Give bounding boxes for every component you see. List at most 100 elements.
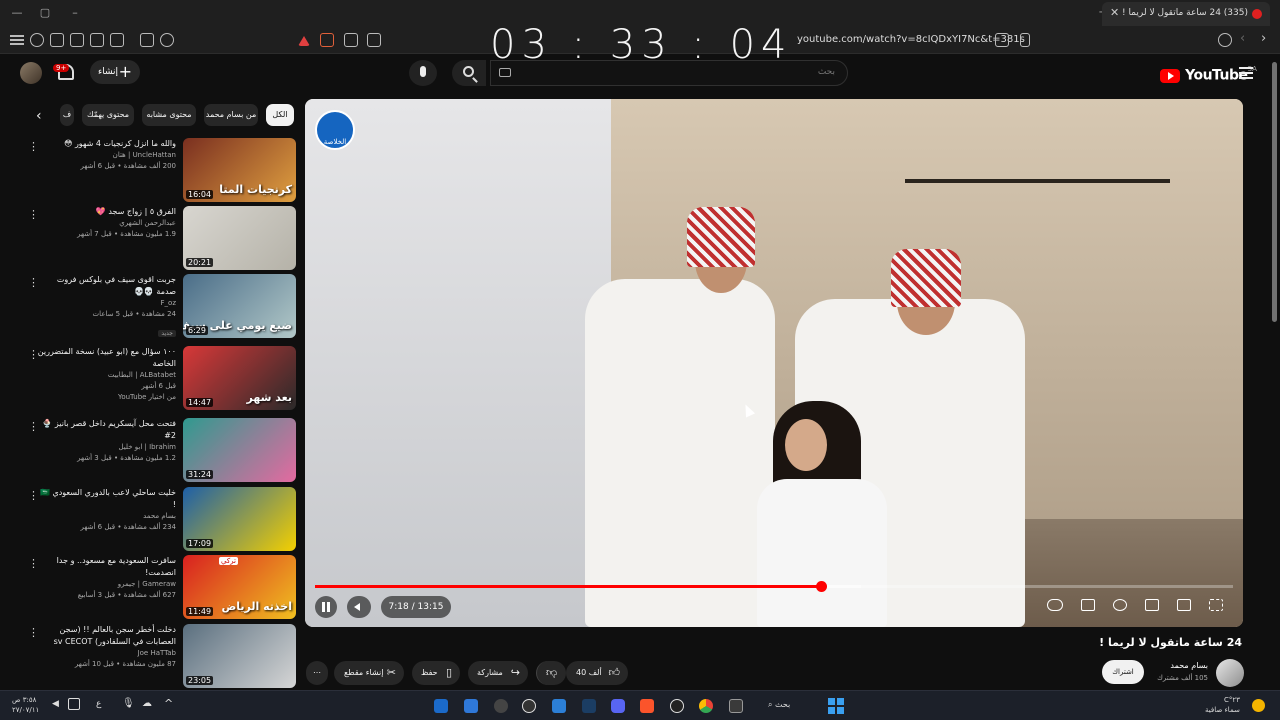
save-button[interactable]: حفظ ▯ — [412, 661, 460, 685]
settings-gear-icon[interactable] — [1113, 599, 1127, 611]
brave-shield-icon[interactable] — [320, 33, 334, 47]
account-avatar[interactable] — [20, 62, 42, 84]
video-player[interactable]: الخلاصة 7:18 / 13:15 — [305, 99, 1243, 627]
create-button[interactable]: إنشاء + — [90, 60, 140, 84]
subtitles-icon[interactable] — [1081, 599, 1095, 611]
recommended-video[interactable]: ⋮ جربت اقوى سيف في بلوكس فروت صدمة 💀💀 F_oz… — [20, 274, 296, 340]
video-thumbnail[interactable]: 23:05 — [183, 624, 296, 688]
close-window-icon[interactable]: – — [68, 6, 82, 19]
dislike-button[interactable]: 👎︎ — [536, 661, 566, 685]
discord-app-icon[interactable] — [611, 699, 625, 713]
chip-all[interactable]: الكل — [266, 104, 294, 126]
valorant-app-icon[interactable] — [552, 699, 566, 713]
chip-similar[interactable]: محتوى مشابه — [142, 104, 196, 126]
weather-widget[interactable]: ٢٣°C سماء صافية — [1205, 695, 1240, 715]
page-scrollbar[interactable] — [1272, 62, 1277, 322]
channel-avatar[interactable] — [1216, 659, 1244, 687]
channel-name[interactable]: بسام محمد — [1170, 661, 1208, 670]
chip-from-channel[interactable]: من بسام محمد — [204, 104, 258, 126]
tray-overflow-icon[interactable]: ^ — [164, 697, 173, 710]
speaker-icon[interactable]: ◀ — [52, 699, 59, 709]
chip-more[interactable]: ف — [60, 104, 74, 126]
recommended-channel: Joe HaTTab — [137, 649, 176, 657]
app-icon-4[interactable] — [522, 699, 536, 713]
video-thumbnail[interactable]: 31:24 — [183, 418, 296, 482]
chrome-app-icon[interactable] — [699, 699, 713, 713]
settings-icon[interactable] — [160, 33, 174, 47]
steam-store-icon[interactable] — [582, 699, 596, 713]
recommended-views: 1.9 مليون مشاهدة • قبل 7 أشهر — [77, 230, 176, 238]
keyboard-icon[interactable] — [499, 68, 511, 77]
close-tab-icon[interactable]: ✕ — [1110, 6, 1119, 19]
browser-tab[interactable]: (335) 24 ساعة ماتقول لا لريما ! ✕ — [1102, 2, 1270, 26]
autoplay-toggle[interactable] — [1047, 599, 1063, 611]
address-bar[interactable]: youtube.com/watch?v=8cIQDxYI7Nc&t=381s — [797, 34, 1025, 45]
voice-search-mic-icon[interactable] — [409, 60, 437, 86]
translate-icon[interactable] — [995, 33, 1009, 47]
settings-app-icon[interactable] — [670, 699, 684, 713]
pause-button[interactable] — [315, 596, 337, 618]
cast-to-tv-icon[interactable] — [1177, 599, 1191, 611]
hamburger-menu-icon[interactable] — [1239, 67, 1253, 82]
file-explorer-icon[interactable] — [729, 699, 743, 713]
recommended-video[interactable]: ⋮ سافرت السعودية مع مسعود.. و جدا انصدمت!… — [20, 555, 296, 621]
bookmark-icon[interactable] — [1020, 33, 1030, 47]
minimize-icon[interactable]: — — [10, 6, 24, 19]
language-indicator[interactable]: ع — [96, 699, 101, 709]
recommended-video[interactable]: ⋮ دخلت أخطر سجن بالعالم !! (سجن العصابات … — [20, 624, 296, 690]
more-actions-icon[interactable]: ⋯ — [306, 661, 328, 685]
like-button[interactable]: 40 ألف 👍︎ — [566, 661, 628, 685]
forward-icon[interactable]: › — [1261, 31, 1266, 46]
microphone-tray-icon[interactable]: 🎙︎ — [122, 698, 135, 709]
recommended-video[interactable]: ⋮ ١٠٠ سؤال مع (ابو عبيد) نسخة المتضررين ا… — [20, 346, 296, 412]
clip-button[interactable]: إنشاء مقطع ✂ — [334, 661, 404, 685]
recommended-video[interactable]: ⋮ خليت ساحلي لاعب بالدوري السعودي 🇸🇦 ! بسا… — [20, 487, 296, 553]
steam-app-icon[interactable] — [434, 699, 448, 713]
video-thumbnail[interactable]: ضيع يومي على سيف المرساة6:29 — [183, 274, 296, 338]
music-icon[interactable] — [110, 33, 124, 47]
cloud-tray-icon[interactable]: ☁ — [142, 698, 152, 709]
sidebar-icon[interactable] — [90, 33, 104, 47]
progress-scrubber-handle[interactable] — [815, 581, 827, 592]
recommended-video[interactable]: ⋮ فتحت محل آيسكريم داخل قصر بانيز 🍨 2# Ibr… — [20, 418, 296, 484]
system-clock[interactable]: ٣:٥٨ ص ٢٧/٠٧/١١ — [12, 695, 39, 715]
extensions-icon[interactable] — [50, 33, 64, 47]
video-thumbnail[interactable]: كرنجيات المتا 16:04 — [183, 138, 296, 202]
back-icon[interactable]: ‹ — [1240, 31, 1245, 46]
video-thumbnail[interactable]: بعد شهر 14:47 — [183, 346, 296, 410]
github-app-icon[interactable] — [494, 699, 508, 713]
refresh-icon[interactable] — [1218, 33, 1232, 47]
recommended-video[interactable]: ⋮ الفرق ٥ | زواج سجد 💖 عبدالرحمن الشهري 1.9… — [20, 206, 296, 272]
brave-browser-icon[interactable] — [640, 699, 654, 713]
recommended-video[interactable]: ⋮ والله ما انزل كرنجيات 4 شهور 😳 UncleHatt… — [20, 138, 296, 204]
menu-icon[interactable] — [10, 33, 24, 47]
video-thumbnail[interactable]: 17:09 — [183, 487, 296, 551]
recommended-channel: UncleHattan | هتان — [112, 151, 176, 159]
start-button-windows-icon[interactable] — [828, 698, 844, 714]
shield-icon[interactable] — [30, 33, 44, 47]
volume-button[interactable] — [347, 596, 371, 618]
maximize-icon[interactable]: ▢ — [38, 6, 52, 19]
notification-count-badge: 9+ — [53, 64, 70, 72]
video-thumbnail[interactable]: 20:21 — [183, 206, 296, 270]
time-display: 7:18 / 13:15 — [381, 596, 451, 618]
subscribe-button[interactable]: اشتراك — [1102, 660, 1144, 684]
channel-watermark-logo[interactable]: الخلاصة — [315, 110, 355, 150]
share-button[interactable]: مشاركة ↪ — [468, 661, 528, 685]
network-icon[interactable] — [68, 698, 80, 710]
video-thumbnail[interactable]: اخذته الرياض تركي 11:49 — [183, 555, 296, 619]
miniplayer-icon[interactable] — [1145, 599, 1159, 611]
taskbar-search[interactable]: بحث ⌕ — [768, 700, 790, 710]
cast-icon[interactable] — [367, 33, 381, 47]
fullscreen-icon[interactable] — [1209, 599, 1223, 611]
search-button[interactable] — [452, 60, 486, 86]
alert-icon[interactable] — [298, 36, 310, 46]
video-meta: خليت ساحلي لاعب بالدوري السعودي 🇸🇦 ! بسام… — [36, 487, 176, 533]
tabs-icon[interactable] — [70, 33, 84, 47]
screenshot-icon[interactable] — [140, 33, 154, 47]
app-icon-2[interactable] — [464, 699, 478, 713]
chip-relevant[interactable]: محتوى يهمّك — [82, 104, 134, 126]
recommended-views: 200 ألف مشاهدة • قبل 6 أشهر — [80, 162, 176, 170]
progress-bar[interactable] — [315, 581, 1233, 592]
reload-page-icon[interactable] — [344, 33, 358, 47]
